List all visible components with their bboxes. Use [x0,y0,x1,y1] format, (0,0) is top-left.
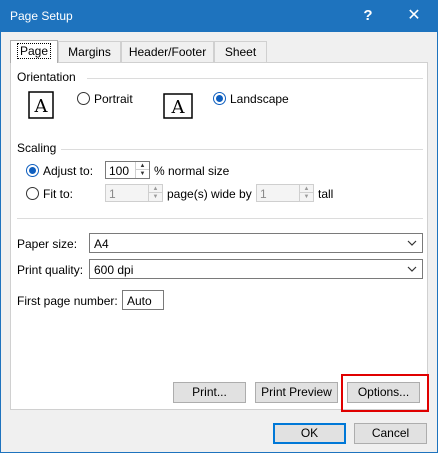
landscape-radio[interactable] [213,92,226,105]
adjust-to-spinner[interactable]: 100 ▲ ▼ [105,161,150,179]
tab-page[interactable]: Page [10,40,58,63]
print-quality-value: 600 dpi [94,263,134,277]
paper-size-value: A4 [94,237,109,251]
tab-page-label: Page [16,43,52,59]
orientation-divider [87,78,423,79]
dialog-title: Page Setup [10,9,73,23]
paper-size-select[interactable]: A4 [89,233,423,253]
scaling-divider [61,149,423,150]
fit-wide-spin-buttons: ▲ ▼ [148,185,162,201]
fit-wide-suffix: page(s) wide by [167,187,252,201]
fit-tall-spinner[interactable]: 1 ▲ ▼ [256,184,314,202]
tab-margins-label: Margins [68,45,111,59]
tab-header-footer[interactable]: Header/Footer [121,41,214,62]
portrait-label-text: Portrait [94,92,133,106]
fit-wide-spinner[interactable]: 1 ▲ ▼ [105,184,163,202]
svg-text:A: A [34,96,49,117]
spin-up-icon[interactable]: ▲ [136,162,149,170]
print-quality-select[interactable]: 600 dpi [89,259,423,279]
landscape-page-icon: A [163,93,193,119]
adjust-to-spin-buttons: ▲ ▼ [135,162,149,178]
help-button[interactable]: ? [353,5,383,27]
options-highlight-box [341,374,429,412]
adjust-to-suffix: % normal size [154,164,230,178]
tab-margins[interactable]: Margins [58,41,121,62]
fit-to-label[interactable]: Fit to: [43,187,73,201]
paper-size-label: Paper size: [17,237,78,251]
scaling-heading: Scaling [17,141,57,155]
chevron-down-icon [407,266,417,272]
adjust-to-radio[interactable] [26,164,39,177]
spin-up-icon[interactable]: ▲ [300,185,313,193]
landscape-label-text: Landscape [230,92,289,106]
cancel-button[interactable]: Cancel [354,423,427,444]
fit-to-radio[interactable] [26,187,39,200]
print-button[interactable]: Print... [173,382,246,403]
adjust-to-value: 100 [109,164,130,178]
print-preview-button[interactable]: Print Preview [255,382,338,403]
spin-up-icon[interactable]: ▲ [149,185,162,193]
paper-divider [17,218,423,219]
tab-sheet-label: Sheet [224,45,257,59]
tab-header-footer-label: Header/Footer [128,45,207,59]
title-bar: Page Setup ? ✕ [1,1,437,32]
chevron-down-icon [407,240,417,246]
fit-tall-value: 1 [260,187,267,201]
spin-down-icon[interactable]: ▼ [300,193,313,201]
fit-tall-suffix: tall [318,187,334,201]
first-page-number-value: Auto [127,294,152,308]
first-page-number-input[interactable]: Auto [122,290,164,310]
portrait-label[interactable]: Portrait [94,92,133,106]
spin-down-icon[interactable]: ▼ [136,170,149,178]
svg-text:A: A [171,97,186,118]
spin-down-icon[interactable]: ▼ [149,193,162,201]
tab-sheet[interactable]: Sheet [214,41,267,62]
adjust-to-label[interactable]: Adjust to: [43,164,93,178]
portrait-page-icon: A [28,91,54,119]
landscape-label[interactable]: Landscape [230,92,289,106]
first-page-number-label: First page number: [17,294,118,308]
ok-button[interactable]: OK [273,423,346,444]
fit-tall-spin-buttons: ▲ ▼ [299,185,313,201]
close-button[interactable]: ✕ [399,5,429,27]
page-setup-dialog: Page Setup ? ✕ Page Margins Header/Foote… [0,0,438,453]
fit-wide-value: 1 [109,187,116,201]
orientation-heading: Orientation [17,70,76,84]
print-quality-label: Print quality: [17,263,84,277]
portrait-radio[interactable] [77,92,90,105]
